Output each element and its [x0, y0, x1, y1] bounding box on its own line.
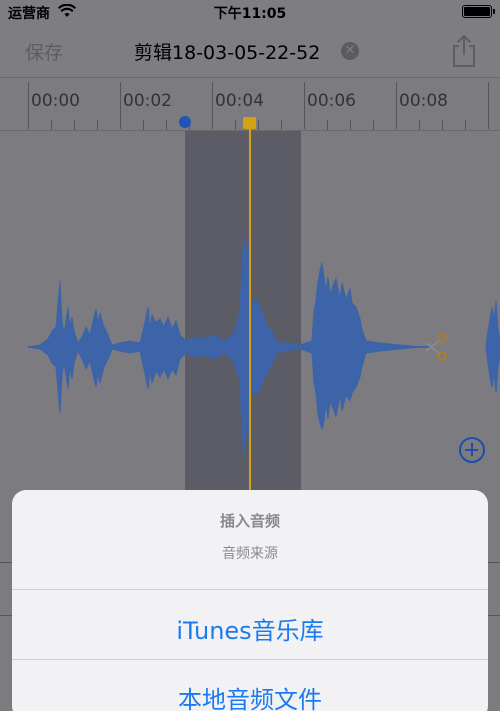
navigation-bar: 保存 剪辑18-03-05-22-52 ✕	[0, 26, 500, 78]
add-circle-icon[interactable]	[459, 437, 485, 463]
ruler-tick	[304, 82, 305, 129]
ruler-tick	[28, 82, 29, 129]
share-icon[interactable]	[451, 34, 477, 68]
ruler-minor-tick	[419, 120, 420, 130]
action-sheet: 插入音频 音频来源 iTunes音乐库 本地音频文件	[12, 490, 488, 711]
ruler-minor-tick	[235, 120, 236, 130]
playhead-line[interactable]	[249, 124, 251, 491]
ruler-minor-tick	[373, 120, 374, 130]
ruler-label: 00:04	[215, 91, 264, 111]
divider	[12, 659, 488, 660]
ruler-minor-tick	[258, 120, 259, 130]
ruler-minor-tick	[465, 120, 466, 130]
status-time: 下午11:05	[213, 6, 287, 22]
clip-title: 剪辑18-03-05-22-52	[134, 42, 321, 64]
playhead-marker[interactable]	[179, 116, 191, 128]
trim-handle[interactable]	[243, 117, 256, 129]
action-sheet-title: 插入音频	[219, 512, 280, 530]
itunes-library-button[interactable]: iTunes音乐库	[12, 611, 488, 646]
ruler-label: 00:08	[399, 91, 448, 111]
divider	[12, 589, 488, 590]
ruler-minor-tick	[143, 120, 144, 130]
ruler-tick	[212, 82, 213, 129]
clear-icon[interactable]: ✕	[341, 42, 359, 60]
ruler-minor-tick	[281, 120, 282, 130]
status-bar: 运营商 下午11:05	[0, 0, 500, 26]
ruler-minor-tick	[51, 120, 52, 130]
ruler-tick	[120, 82, 121, 129]
scissors-icon[interactable]	[424, 330, 450, 366]
ruler-minor-tick	[442, 120, 443, 130]
ruler-minor-tick	[166, 120, 167, 130]
battery-icon	[462, 5, 495, 18]
ruler-tick	[396, 82, 397, 129]
save-button[interactable]: 保存	[25, 38, 63, 65]
ruler-label: 00:06	[307, 91, 356, 111]
ruler-label: 00:00	[31, 91, 80, 111]
ruler-minor-tick	[350, 120, 351, 130]
local-audio-file-button[interactable]: 本地音频文件	[12, 680, 488, 711]
ruler-minor-tick	[97, 120, 98, 130]
ruler-minor-tick	[327, 120, 328, 130]
ruler-minor-tick	[74, 120, 75, 130]
ruler-tick	[488, 82, 489, 129]
ruler-label: 00:02	[123, 91, 172, 111]
action-sheet-message: 音频来源	[222, 546, 278, 562]
